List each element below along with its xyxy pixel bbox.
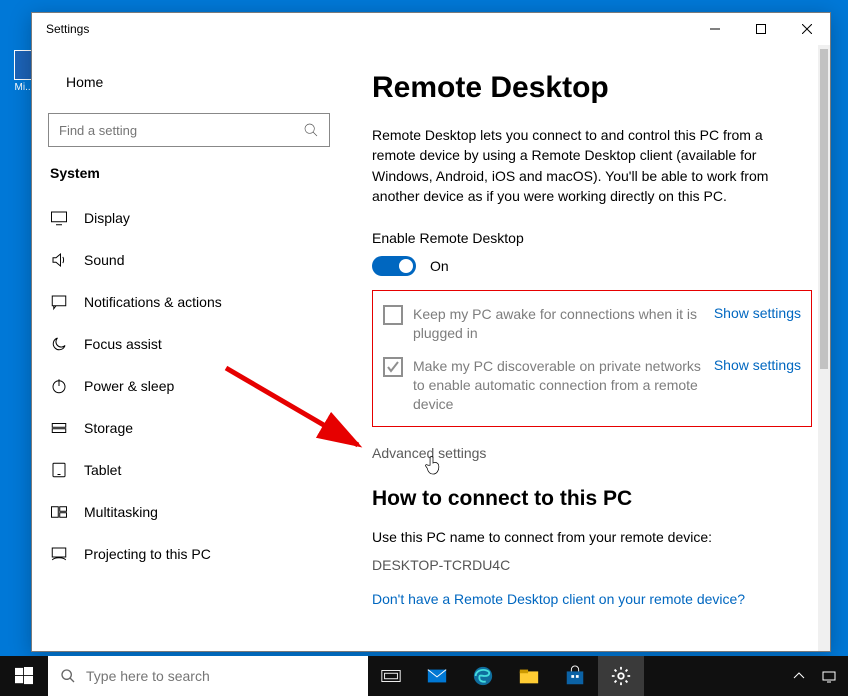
sidebar-home-label: Home: [66, 74, 103, 90]
search-icon: [303, 122, 319, 138]
scrollbar-thumb[interactable]: [820, 49, 828, 369]
pc-name: DESKTOP-TCRDU4C: [372, 557, 810, 573]
task-view-button[interactable]: [368, 656, 414, 696]
titlebar: Settings: [32, 13, 830, 45]
sidebar-item-power[interactable]: Power & sleep: [32, 365, 346, 407]
sidebar-item-label: Power & sleep: [84, 378, 174, 394]
taskbar-search[interactable]: [48, 656, 368, 696]
taskbar-app-store[interactable]: [552, 656, 598, 696]
sidebar-item-label: Storage: [84, 420, 133, 436]
page-title: Remote Desktop: [372, 71, 810, 105]
client-download-link[interactable]: Don't have a Remote Desktop client on yo…: [372, 591, 810, 607]
taskbar: [0, 656, 848, 696]
checkbox-icon[interactable]: [383, 305, 403, 325]
close-button[interactable]: [784, 13, 830, 45]
show-settings-link[interactable]: Show settings: [714, 305, 801, 321]
search-icon: [60, 668, 76, 684]
maximize-button[interactable]: [738, 13, 784, 45]
window-title: Settings: [46, 22, 89, 36]
content-pane: Remote Desktop Remote Desktop lets you c…: [346, 45, 830, 651]
projecting-icon: [50, 545, 68, 563]
taskbar-app-settings[interactable]: [598, 656, 644, 696]
sidebar-item-notifications[interactable]: Notifications & actions: [32, 281, 346, 323]
option-discoverable[interactable]: Make my PC discoverable on private netwo…: [383, 357, 801, 414]
page-description: Remote Desktop lets you connect to and c…: [372, 125, 792, 206]
minimize-button[interactable]: [692, 13, 738, 45]
checkbox-icon[interactable]: [383, 357, 403, 377]
connect-header: How to connect to this PC: [372, 487, 810, 511]
sidebar-item-label: Display: [84, 210, 130, 226]
windows-icon: [15, 667, 33, 685]
cursor-pointer-icon: [424, 455, 442, 477]
power-icon: [50, 377, 68, 395]
option-label: Make my PC discoverable on private netwo…: [413, 357, 703, 414]
moon-icon: [50, 335, 68, 353]
sidebar-item-sound[interactable]: Sound: [32, 239, 346, 281]
sidebar-item-focus-assist[interactable]: Focus assist: [32, 323, 346, 365]
sidebar-item-projecting[interactable]: Projecting to this PC: [32, 533, 346, 575]
taskbar-app-mail[interactable]: [414, 656, 460, 696]
search-input[interactable]: [59, 123, 295, 138]
sidebar-item-label: Tablet: [84, 462, 121, 478]
display-icon: [50, 209, 68, 227]
sidebar-item-label: Sound: [84, 252, 124, 268]
sidebar-item-display[interactable]: Display: [32, 197, 346, 239]
enable-remote-desktop-toggle[interactable]: [372, 256, 416, 276]
taskbar-app-edge[interactable]: [460, 656, 506, 696]
start-button[interactable]: [0, 656, 48, 696]
sidebar: Home System Display Sound Notifications …: [32, 45, 346, 651]
highlighted-options: Keep my PC awake for connections when it…: [372, 290, 812, 426]
tray-network-icon[interactable]: [816, 656, 842, 696]
tablet-icon: [50, 461, 68, 479]
multitasking-icon: [50, 503, 68, 521]
sidebar-item-storage[interactable]: Storage: [32, 407, 346, 449]
sidebar-item-label: Focus assist: [84, 336, 162, 352]
settings-window: Settings Home System Display Sound: [31, 12, 831, 652]
tray-chevron-up-icon[interactable]: [786, 656, 812, 696]
search-input-wrapper[interactable]: [48, 113, 330, 147]
sidebar-item-tablet[interactable]: Tablet: [32, 449, 346, 491]
sidebar-home[interactable]: Home: [32, 57, 346, 107]
sidebar-item-label: Multitasking: [84, 504, 158, 520]
connect-text: Use this PC name to connect from your re…: [372, 529, 810, 545]
show-settings-link[interactable]: Show settings: [714, 357, 801, 373]
sidebar-section-label: System: [32, 165, 346, 197]
enable-label: Enable Remote Desktop: [372, 230, 810, 246]
taskbar-app-explorer[interactable]: [506, 656, 552, 696]
scrollbar[interactable]: [818, 45, 830, 651]
option-keep-awake[interactable]: Keep my PC awake for connections when it…: [383, 305, 801, 343]
notifications-icon: [50, 293, 68, 311]
sidebar-item-label: Projecting to this PC: [84, 546, 211, 562]
toggle-state-label: On: [430, 258, 449, 274]
sidebar-item-label: Notifications & actions: [84, 294, 222, 310]
storage-icon: [50, 419, 68, 437]
option-label: Keep my PC awake for connections when it…: [413, 305, 703, 343]
sound-icon: [50, 251, 68, 269]
taskbar-search-input[interactable]: [86, 668, 356, 684]
sidebar-item-multitasking[interactable]: Multitasking: [32, 491, 346, 533]
